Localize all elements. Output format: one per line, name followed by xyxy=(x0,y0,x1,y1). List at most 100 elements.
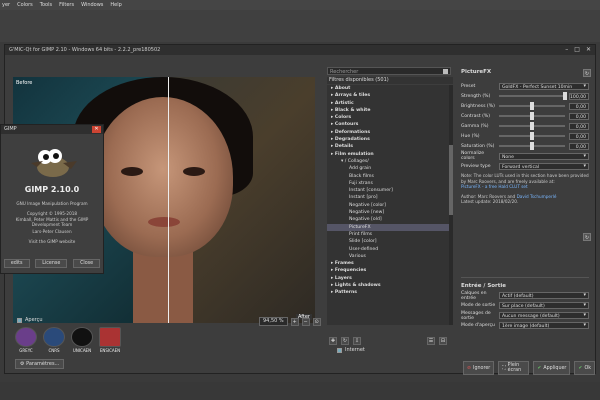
param-value[interactable]: 0,00 xyxy=(569,102,589,110)
filter-category[interactable]: ▸ Deformations xyxy=(327,129,453,136)
menu-tools[interactable]: Tools xyxy=(40,2,52,8)
filter-search-input[interactable]: Rechercher xyxy=(327,67,451,75)
gimp-website-link[interactable]: Visit the GIMP website xyxy=(1,239,103,244)
param-slider[interactable] xyxy=(499,92,567,100)
filter-category[interactable]: ▸ Patterns xyxy=(327,289,453,296)
menu-colors[interactable]: Colors xyxy=(17,2,33,8)
param-slider[interactable] xyxy=(499,112,565,120)
filter-category[interactable]: ▸ About xyxy=(327,85,453,92)
filter-category[interactable]: ▸ Frequencies xyxy=(327,267,453,274)
io-reset-icon[interactable]: ↻ xyxy=(583,233,591,241)
filter-category[interactable]: ▸ Artistic xyxy=(327,100,453,107)
slider-knob[interactable] xyxy=(530,122,534,130)
slider-knob[interactable] xyxy=(530,112,534,120)
filter-item[interactable]: User-defined xyxy=(327,246,453,253)
param-value[interactable]: 0,00 xyxy=(569,122,589,130)
maximize-icon[interactable]: □ xyxy=(574,46,580,53)
picturefx-link[interactable]: PictureFX - a free Hald CLUT set xyxy=(461,184,528,189)
param-value[interactable]: 100,00 xyxy=(569,92,589,100)
ignore-button[interactable]: ⊘ Ignorer xyxy=(463,361,495,375)
param-slider[interactable] xyxy=(499,132,565,140)
filter-category[interactable]: ▸ Lights & shadows xyxy=(327,282,453,289)
apply-button[interactable]: ✔ Appliquer xyxy=(533,361,571,375)
param-value[interactable]: 0,00 xyxy=(569,142,589,150)
io-select[interactable]: Sur place (default) xyxy=(499,302,589,309)
internet-checkbox[interactable] xyxy=(337,347,342,353)
reset-params-icon[interactable]: ↻ xyxy=(583,69,591,77)
slider-knob[interactable] xyxy=(530,142,534,150)
about-close-icon[interactable]: ✕ xyxy=(92,126,101,133)
preview-type-select[interactable]: Forward vertical xyxy=(499,162,589,170)
filter-item[interactable]: Various xyxy=(327,253,453,260)
about-close-button[interactable]: Close xyxy=(73,259,101,268)
filter-category[interactable]: ▸ Layers xyxy=(327,275,453,282)
slider-knob[interactable] xyxy=(530,102,534,110)
io-select[interactable]: Aucun message (default) xyxy=(499,312,589,319)
parameters-button[interactable]: ⚙ Paramètres... xyxy=(15,359,65,369)
add-fave-icon[interactable]: ✚ xyxy=(329,337,337,345)
io-select[interactable]: 1ère image (default) xyxy=(499,322,589,329)
close-icon[interactable]: ✕ xyxy=(586,46,591,53)
filter-item[interactable]: Instant [pro] xyxy=(327,194,453,201)
filter-category[interactable]: ▸ Colors xyxy=(327,114,453,121)
filter-category[interactable]: ▸ Frames xyxy=(327,260,453,267)
menu-help[interactable]: Help xyxy=(110,2,121,8)
filter-item[interactable]: Negative [old] xyxy=(327,216,453,223)
filter-item[interactable]: Add grain xyxy=(327,165,453,172)
apercu-toggle[interactable]: Aperçu xyxy=(17,317,43,323)
filter-item[interactable]: ▾ / Collages/ xyxy=(327,158,453,165)
minimize-icon[interactable]: – xyxy=(565,46,568,53)
filter-item[interactable]: PictureFX xyxy=(327,223,453,231)
filter-category[interactable]: ▸ Black & white xyxy=(327,107,453,114)
param-value[interactable]: 0,00 xyxy=(569,132,589,140)
import-icon[interactable]: ⇩ xyxy=(353,337,361,345)
filter-category[interactable]: ▸ Degradations xyxy=(327,136,453,143)
param-slider[interactable] xyxy=(499,122,565,130)
filter-item[interactable]: Slide [color] xyxy=(327,238,453,245)
menu-layer[interactable]: yer xyxy=(2,2,10,8)
filter-item[interactable]: Print films xyxy=(327,231,453,238)
filter-note: Note: The color LUTs used in this sectio… xyxy=(461,173,589,189)
filter-item[interactable]: Fuji xtrans xyxy=(327,180,453,187)
license-button[interactable]: License xyxy=(35,259,68,268)
gimp-credit: Lars-Peter Clausen xyxy=(32,229,72,234)
wilber-mascot-icon xyxy=(31,149,77,177)
normalize-select[interactable]: None xyxy=(499,152,589,160)
param-slider[interactable] xyxy=(499,142,565,150)
filter-category[interactable]: ▸ Film emulation xyxy=(327,151,453,158)
delete-icon[interactable]: ⊟ xyxy=(439,337,447,345)
param-slider[interactable] xyxy=(499,102,565,110)
fullscreen-button[interactable]: ⛶ Plein écran xyxy=(498,361,530,375)
io-row: Calques en entrée Actif (default) xyxy=(457,291,593,301)
preset-select[interactable]: GoldFX - Perfect Sunset 10min xyxy=(499,82,589,90)
refresh-filters-icon[interactable]: ↻ xyxy=(341,337,349,345)
filter-list-header: Filtres disponibles (501) xyxy=(327,77,453,84)
preview-split-line[interactable] xyxy=(168,77,169,323)
filter-category[interactable]: ▸ Contours xyxy=(327,121,453,128)
filter-item[interactable]: Negative [new] xyxy=(327,209,453,216)
slider-knob[interactable] xyxy=(563,92,567,100)
visibility-icon[interactable]: ☰ xyxy=(427,337,435,345)
ok-button[interactable]: ✔ Ok xyxy=(574,361,595,375)
param-value[interactable]: 0,00 xyxy=(569,112,589,120)
zoom-level[interactable]: 94,50 % xyxy=(259,317,288,326)
filter-item[interactable]: Negative [color] xyxy=(327,202,453,209)
filter-parameters-panel: PictureFX ↻ Preset GoldFX - Perfect Suns… xyxy=(457,67,593,373)
internet-toggle[interactable]: Internet xyxy=(337,347,365,353)
menu-windows[interactable]: Windows xyxy=(81,2,103,8)
filter-item[interactable]: Black films xyxy=(327,173,453,180)
filter-scrollbar[interactable] xyxy=(449,85,453,325)
zoom-reset-icon[interactable]: ⊙ xyxy=(312,317,321,326)
filter-category[interactable]: ▸ Arrays & tiles xyxy=(327,92,453,99)
menu-filters[interactable]: Filters xyxy=(59,2,74,8)
zoom-in-icon[interactable]: + xyxy=(290,317,299,326)
apercu-checkbox[interactable] xyxy=(17,317,22,323)
filter-item[interactable]: Instant [consumer] xyxy=(327,187,453,194)
clear-search-icon[interactable] xyxy=(443,69,448,74)
slider-knob[interactable] xyxy=(530,132,534,140)
credits-button[interactable]: edits xyxy=(3,259,30,268)
zoom-out-icon[interactable]: − xyxy=(301,317,310,326)
author-link[interactable]: David Tschumperlé xyxy=(517,194,557,199)
io-select[interactable]: Actif (default) xyxy=(499,292,589,299)
filter-category[interactable]: ▸ Details xyxy=(327,143,453,150)
